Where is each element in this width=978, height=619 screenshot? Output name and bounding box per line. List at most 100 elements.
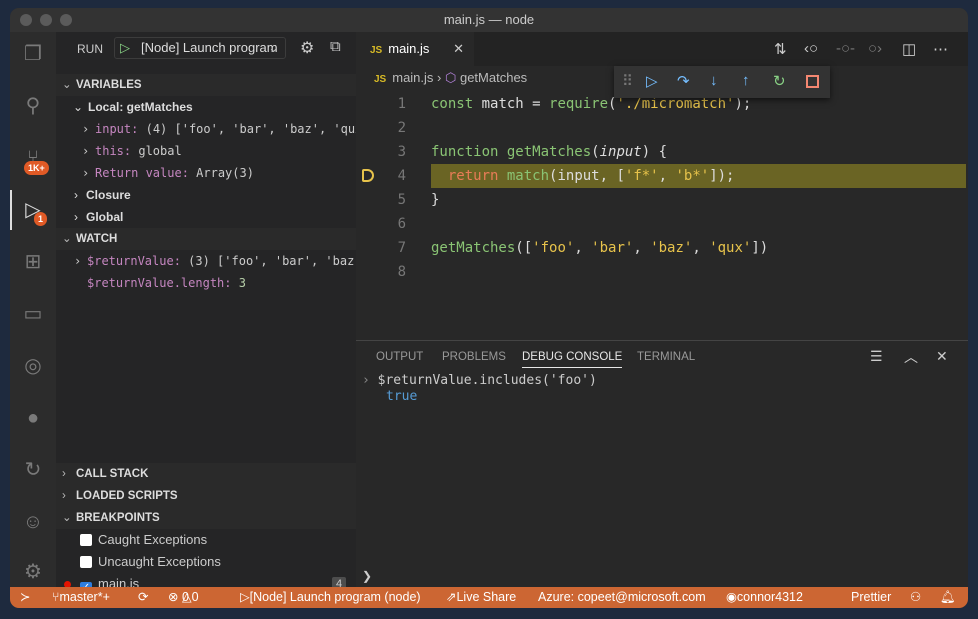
previous-change-icon[interactable]: ‹○	[804, 40, 818, 57]
more-actions-icon[interactable]: ⋯	[933, 40, 948, 58]
split-editor-icon[interactable]: ◫	[902, 40, 916, 58]
explorer-icon[interactable]: ❐	[21, 42, 45, 66]
next-change-icon[interactable]: ○›	[868, 40, 882, 57]
js-file-icon: JS	[374, 74, 387, 85]
notifications-bell-icon[interactable]: 🔔︎	[940, 587, 956, 608]
github-account[interactable]: ◉ connor4312	[726, 587, 803, 608]
open-changes-icon[interactable]: ⇅	[774, 40, 787, 58]
zoom-window-button[interactable]	[60, 14, 72, 26]
feedback-icon[interactable]: ⚇	[910, 587, 921, 608]
stop-icon[interactable]	[806, 75, 819, 88]
branch-item[interactable]: ⑂ master*+	[52, 587, 110, 608]
status-bar: ≻ ⑂ master*+ ⟳ ⊗ 0 △ 0 ▷ [Node] Launch p…	[10, 587, 968, 608]
watch-item[interactable]: $returnValue.length: 3	[56, 272, 356, 294]
maximize-panel-icon[interactable]: ︿	[904, 347, 918, 367]
tab-terminal[interactable]: TERMINAL	[637, 351, 695, 363]
watch-value: 3	[238, 276, 246, 290]
accounts-icon[interactable]: ☺	[21, 510, 45, 534]
scope-global[interactable]: › Global	[56, 206, 356, 228]
breadcrumb-symbol[interactable]: getMatches	[460, 70, 527, 85]
tab-problems[interactable]: PROBLEMS	[442, 351, 506, 363]
watch-value: (3) ['foo', 'bar', 'baz']	[188, 254, 369, 268]
launch-config-value: [Node] Launch program	[141, 40, 278, 55]
chevron-down-icon: ⌄	[268, 40, 279, 55]
continue-icon[interactable]: ▷	[646, 72, 658, 90]
sync-icon[interactable]: ⟳	[138, 587, 148, 608]
breadcrumb: JS main.js › ⬡ getMatches	[374, 70, 528, 85]
code-line-3: function getMatches(input) {	[431, 144, 668, 160]
console-input-line: › $returnValue.includes('foo')	[362, 373, 597, 388]
watch-item[interactable]: › $returnValue: (3) ['foo', 'bar', 'baz']	[56, 250, 369, 272]
start-debugging-icon[interactable]: ▷	[120, 38, 130, 58]
tab-label: main.js	[388, 41, 430, 56]
remote-explorer-icon[interactable]: ▭	[21, 302, 45, 326]
debug-console-icon[interactable]: ⧉	[330, 38, 341, 55]
prettier-item[interactable]: Prettier	[851, 587, 891, 608]
chevron-right-icon: ›	[74, 254, 82, 268]
watch-header[interactable]: ⌄ WATCH	[56, 228, 356, 250]
breakpoints-header[interactable]: ⌄ BREAKPOINTS	[56, 507, 356, 529]
line-number: 1	[397, 96, 406, 112]
variable-this[interactable]: › this: global	[56, 140, 356, 162]
close-window-button[interactable]	[20, 14, 32, 26]
clear-console-icon[interactable]: ☰	[870, 348, 883, 365]
checkbox[interactable]	[80, 556, 92, 568]
call-stack-header[interactable]: › CALL STACK	[56, 463, 356, 485]
line-number: 3	[397, 144, 406, 160]
restart-icon[interactable]: ↻	[773, 72, 786, 90]
live-share-icon[interactable]: ↻	[21, 458, 45, 482]
chevron-right-icon: ›	[82, 166, 90, 180]
console-output: true	[386, 389, 418, 404]
settings-gear-icon[interactable]: ⚙	[300, 38, 314, 58]
vscode-window: main.js — node ❐ ⚲ ⑂ 1K+ ▷ 1 ⊞ ▭ ◎ ● ↻ ☺…	[10, 8, 968, 608]
close-panel-icon[interactable]: ✕	[936, 348, 948, 365]
variable-name: input:	[95, 122, 139, 136]
scope-closure[interactable]: › Closure	[56, 184, 356, 206]
search-icon[interactable]: ⚲	[21, 94, 45, 118]
live-share-item[interactable]: ⇗ Live Share	[446, 587, 516, 608]
settings-gear-icon[interactable]: ⚙	[21, 560, 45, 584]
drag-handle-icon[interactable]: ⠿	[622, 72, 633, 90]
step-out-icon[interactable]: ↑	[742, 72, 750, 89]
github-icon[interactable]: ●	[21, 406, 45, 430]
breakpoint-caught[interactable]: Caught Exceptions	[56, 529, 356, 551]
variable-return-value[interactable]: › Return value: Array(3)	[56, 162, 356, 184]
breakpoint-uncaught[interactable]: Uncaught Exceptions	[56, 551, 356, 573]
chevron-down-icon: ⌄	[73, 100, 84, 114]
chevron-right-icon: ›	[82, 122, 90, 136]
azure-account[interactable]: Azure: copeet@microsoft.com	[538, 587, 706, 608]
run-label: RUN	[77, 42, 103, 56]
variables-header[interactable]: ⌄ VARIABLES	[56, 74, 356, 96]
close-icon[interactable]: ✕	[453, 32, 464, 66]
extensions-icon[interactable]: ⊞	[21, 250, 45, 274]
tab-debug-console[interactable]: DEBUG CONSOLE	[522, 351, 623, 368]
variable-input[interactable]: › input: (4) ['foo', 'bar', 'baz', 'qux']	[56, 118, 377, 140]
step-into-icon[interactable]: ↓	[710, 72, 718, 89]
debug-sidebar: RUN ▷ [Node] Launch program ⌄ ⚙ ⧉ ⌄ VARIA…	[56, 32, 377, 594]
timeline-icon[interactable]: -○-	[836, 40, 855, 57]
symbol-method-icon: ⬡	[444, 70, 457, 85]
chevron-right-icon: ›	[62, 468, 66, 480]
launch-config-select[interactable]: ▷ [Node] Launch program ⌄	[114, 37, 286, 59]
debug-launch-item[interactable]: ▷ [Node] Launch program (node)	[240, 587, 421, 608]
remote-icon[interactable]: ≻	[20, 587, 30, 608]
chevron-right-icon: ›	[74, 210, 78, 224]
git-graph-icon[interactable]: ◎	[21, 354, 45, 378]
loaded-scripts-header[interactable]: › LOADED SCRIPTS	[56, 485, 356, 507]
scope-label: Local: getMatches	[88, 100, 193, 114]
scope-local[interactable]: ⌄ Local: getMatches	[56, 96, 356, 118]
breakpoint-label: Caught Exceptions	[98, 532, 208, 547]
paused-breakpoint-icon[interactable]	[362, 169, 374, 182]
tab-main-js[interactable]: JS main.js ✕	[356, 32, 474, 66]
line-number: 4	[397, 168, 406, 184]
variable-name: Return value:	[95, 166, 189, 180]
tab-output[interactable]: OUTPUT	[376, 351, 423, 363]
chevron-right-icon: ›	[82, 144, 90, 158]
console-prompt[interactable]: ❯	[362, 569, 372, 583]
minimize-window-button[interactable]	[40, 14, 52, 26]
step-over-icon[interactable]: ↷	[677, 72, 690, 90]
breadcrumb-file[interactable]: main.js	[392, 70, 433, 85]
problems-item[interactable]: ⊗ 0 △ 0	[168, 587, 199, 608]
variable-name: this:	[95, 144, 132, 158]
checkbox[interactable]	[80, 534, 92, 546]
